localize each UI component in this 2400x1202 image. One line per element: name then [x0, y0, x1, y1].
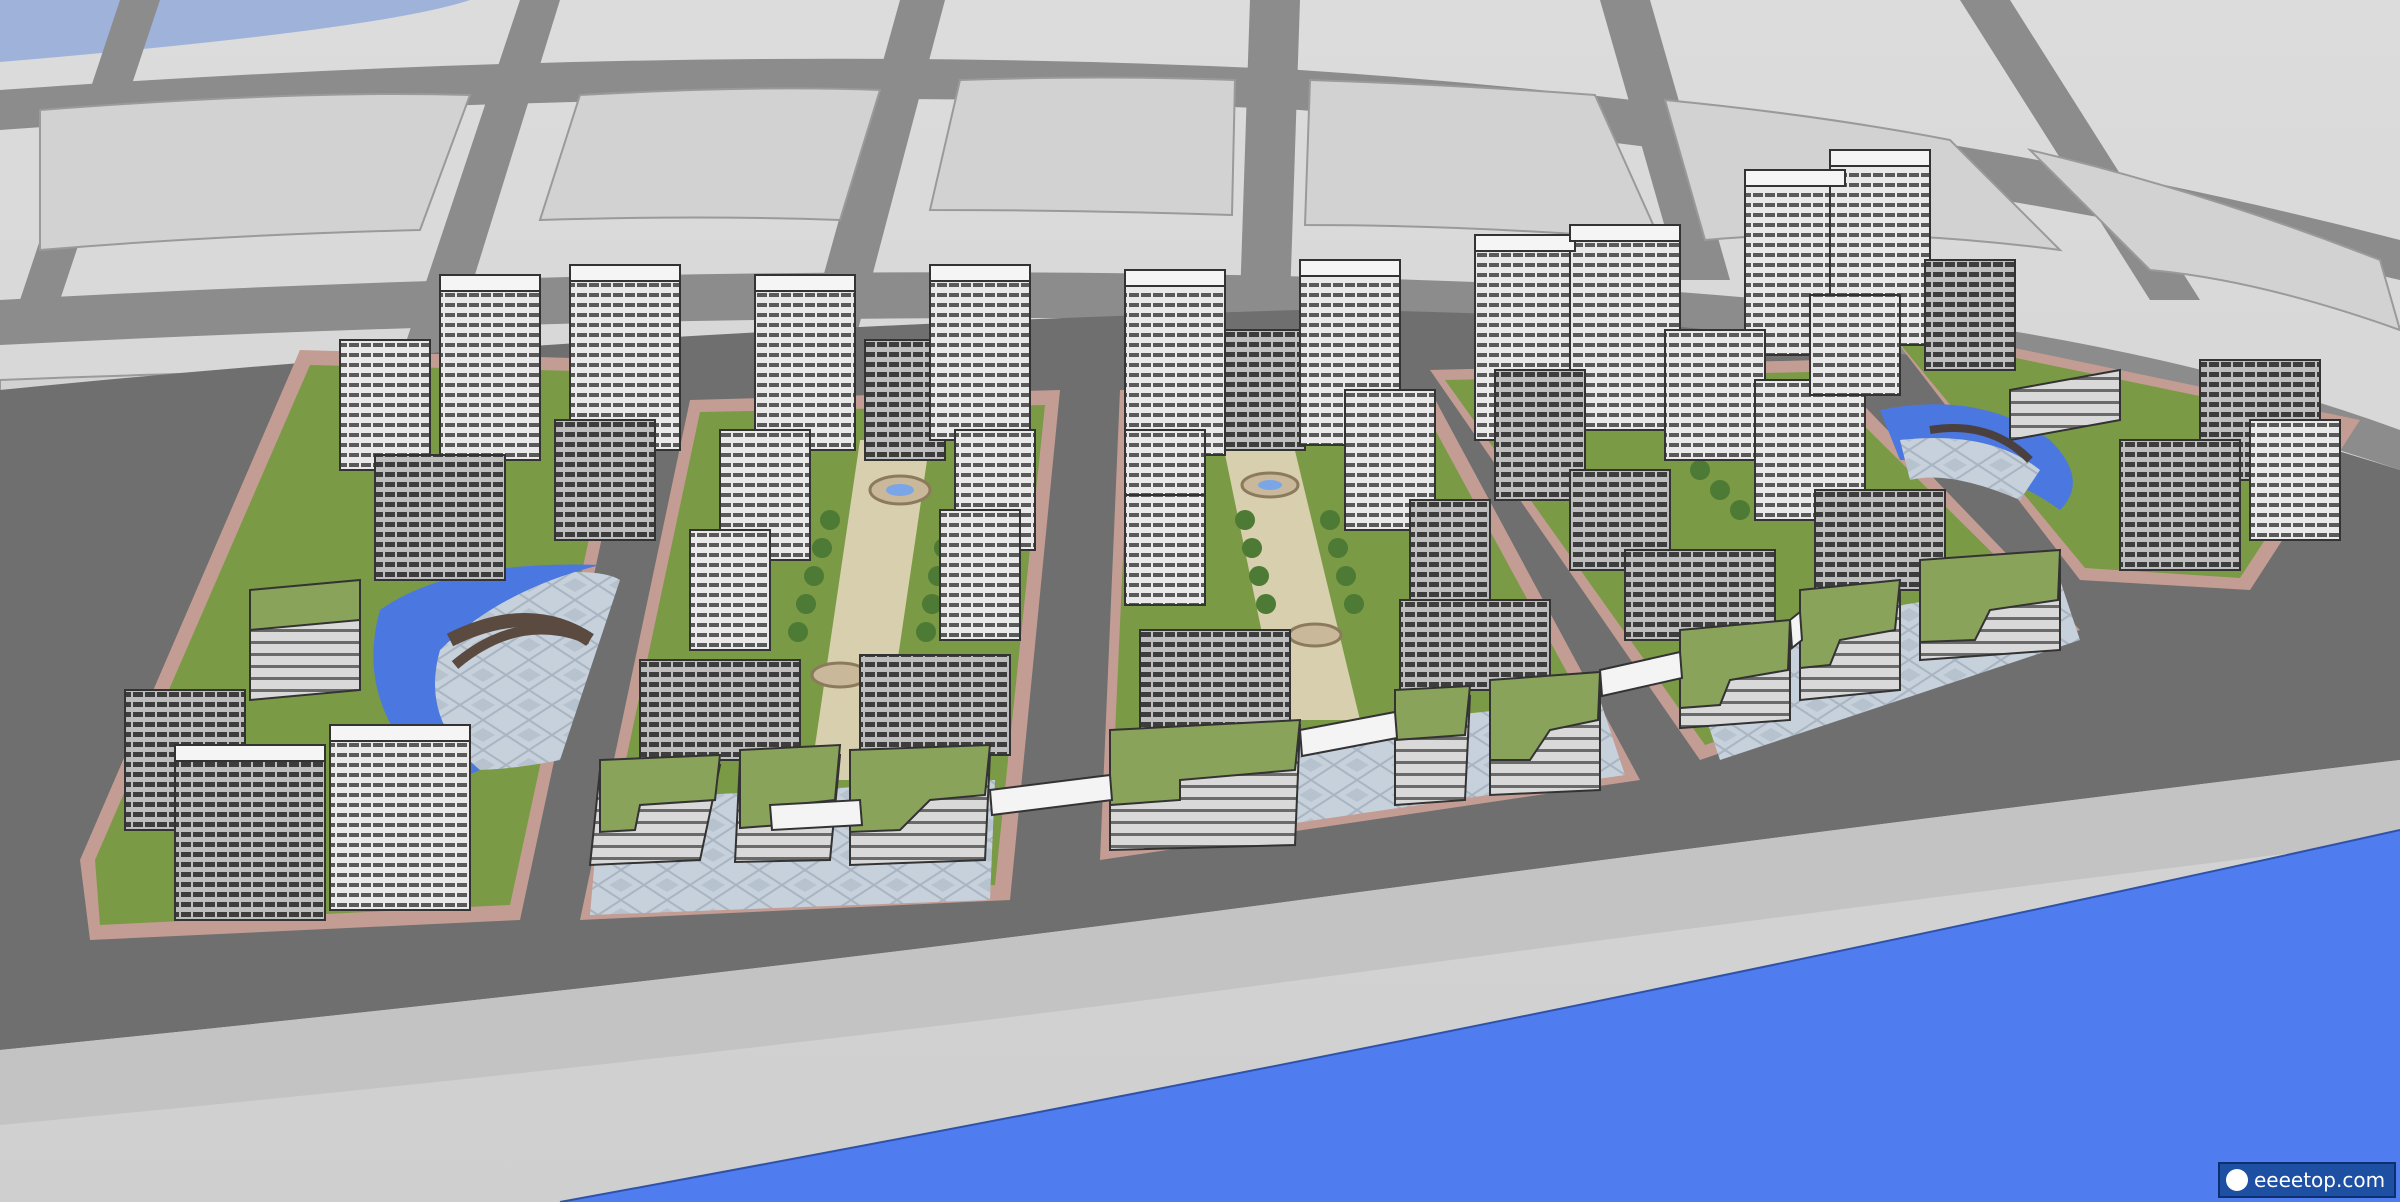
watermark-text: eeeetop.com: [2254, 1168, 2386, 1192]
e-tuo-logo-icon: [2226, 1169, 2248, 1191]
masterplan-render: [0, 0, 2400, 1202]
watermark-badge: eeeetop.com: [2218, 1162, 2396, 1198]
